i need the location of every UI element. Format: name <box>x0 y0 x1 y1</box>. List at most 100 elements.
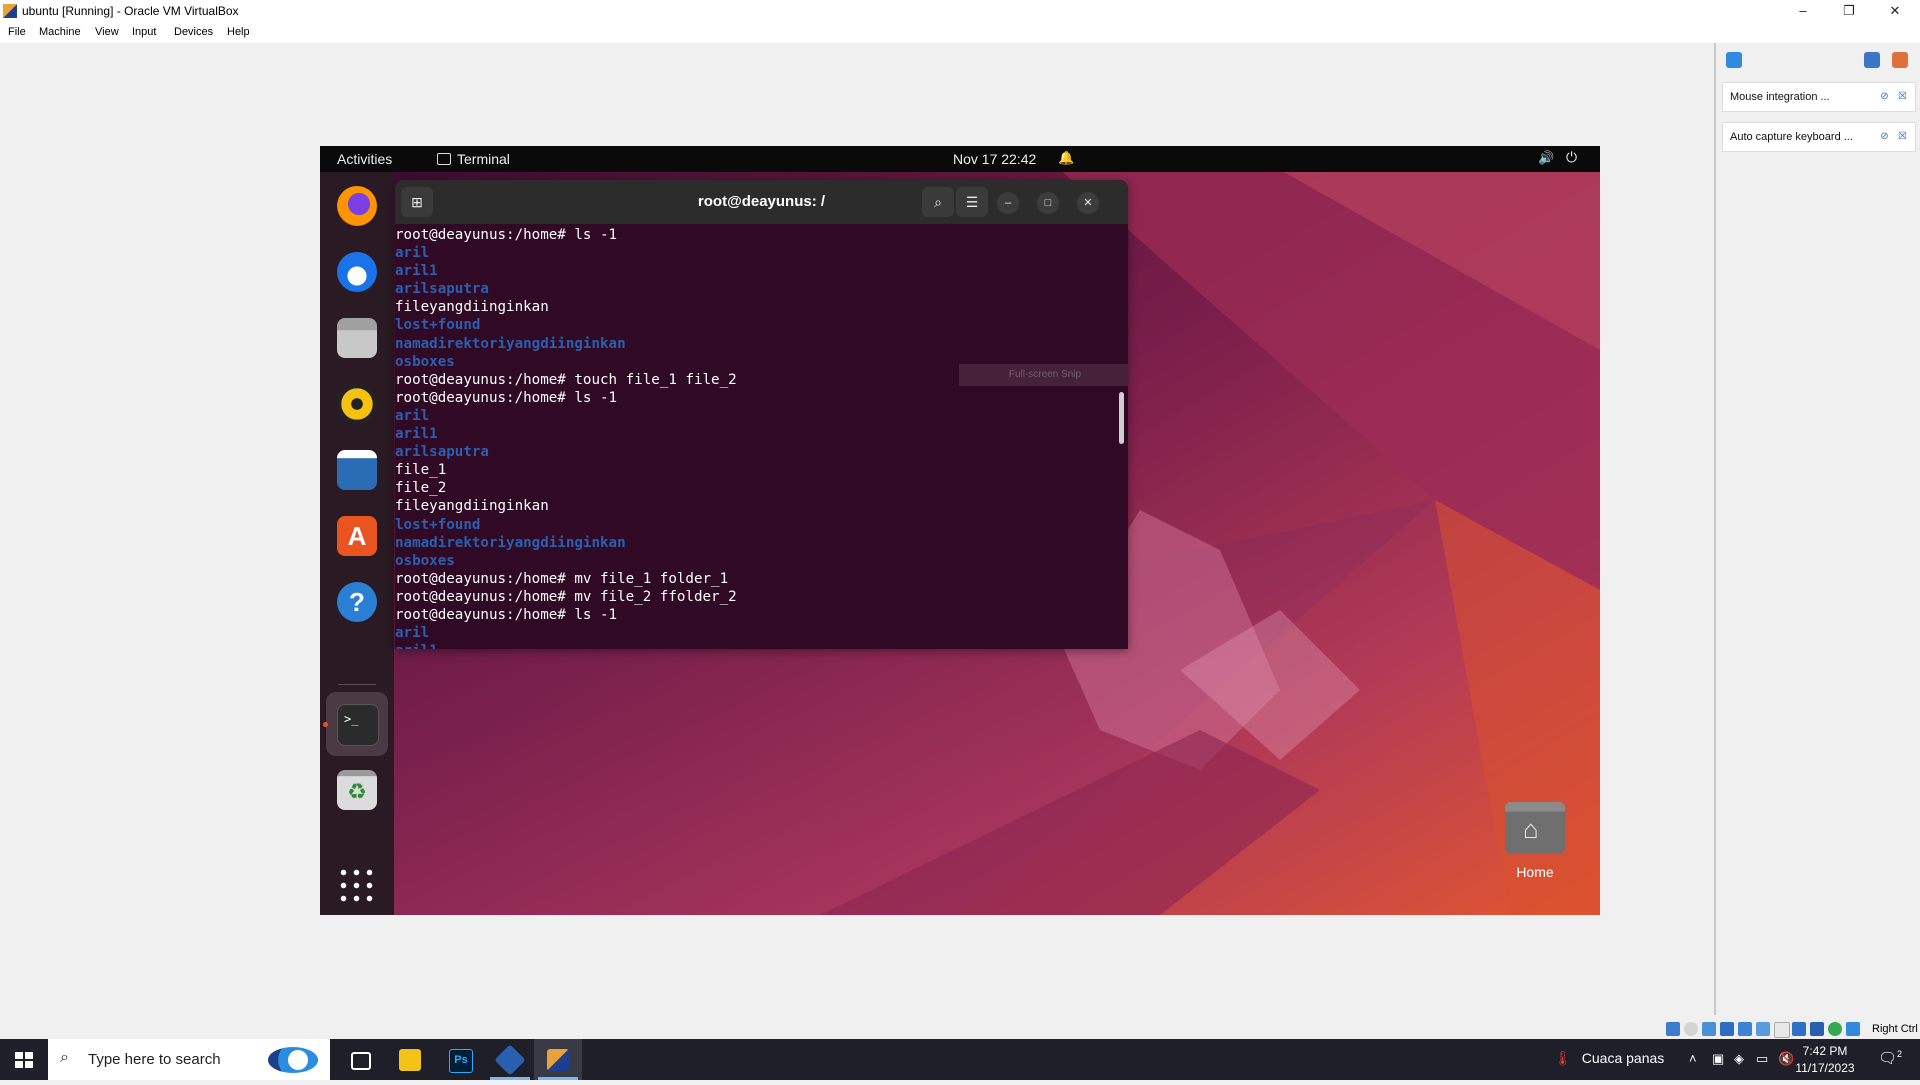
start-button[interactable] <box>0 1039 48 1080</box>
action-center-icon[interactable]: 🗨2 <box>1878 1049 1902 1067</box>
dock-firefox[interactable] <box>333 182 381 230</box>
terminal-line: aril <box>395 625 430 642</box>
menu-file[interactable]: File <box>8 26 26 38</box>
home-folder-label: Home <box>1516 864 1554 880</box>
menu-machine[interactable]: Machine <box>39 26 81 38</box>
clock-button[interactable]: Nov 17 22:42 <box>953 151 1036 167</box>
virtualbox-vm-icon <box>547 1049 569 1071</box>
dock-libreoffice-writer[interactable] <box>333 446 381 494</box>
snip-overlay-label: Full-screen Snip <box>959 364 1128 386</box>
dock-terminal[interactable]: >_ <box>326 692 388 756</box>
thermometer-icon: 🌡 <box>1554 1050 1572 1066</box>
close-notification-icon[interactable]: ☒ <box>1897 91 1908 102</box>
activities-button[interactable]: Activities <box>337 151 392 167</box>
terminal-line: aril1 <box>395 426 438 443</box>
dock-separator <box>338 684 376 685</box>
bell-icon[interactable]: 🔔 <box>1058 150 1074 166</box>
hard-disk-icon[interactable] <box>1666 1022 1680 1036</box>
tray-app-icon[interactable]: ▣ <box>1712 1051 1724 1067</box>
terminal-line: file_1 <box>395 462 447 479</box>
close-button[interactable]: ✕ <box>1872 0 1918 22</box>
menu-view[interactable]: View <box>95 26 119 38</box>
virtualbox-icon <box>494 1044 526 1076</box>
mouse-icon[interactable] <box>1846 1022 1860 1036</box>
cpu-icon[interactable] <box>1810 1022 1824 1036</box>
dismiss-all-icon[interactable] <box>1892 52 1908 68</box>
app-menu-terminal[interactable]: Terminal <box>457 151 510 167</box>
taskbar-ubuntu-vm[interactable] <box>534 1039 582 1080</box>
notification-center-icon[interactable] <box>1726 52 1742 68</box>
power-icon[interactable]: ⏻ <box>1566 149 1577 166</box>
host-key-label: Right Ctrl <box>1872 1023 1918 1035</box>
taskbar-virtualbox-manager[interactable] <box>486 1039 534 1080</box>
audio-icon[interactable] <box>1702 1022 1716 1036</box>
dock-ubuntu-software[interactable]: A <box>333 512 381 560</box>
vbox-statusbar: Right Ctrl <box>1660 1020 1920 1039</box>
trash-icon: ♻ <box>337 770 377 810</box>
taskbar-clock[interactable]: 7:42 PM 11/17/2023 <box>1788 1043 1862 1077</box>
sort-icon[interactable] <box>1864 52 1880 68</box>
dock-trash[interactable]: ♻ <box>333 766 381 814</box>
terminal-window[interactable]: ⊞ root@deayunus: / ⌕ ☰ – □ ✕ root@deayun… <box>395 180 1128 649</box>
menu-help[interactable]: Help <box>227 26 250 38</box>
home-folder-icon[interactable]: ⌂ <box>1505 802 1565 862</box>
notification-text: Mouse integration ... <box>1730 91 1830 103</box>
optical-drive-icon[interactable] <box>1684 1022 1698 1036</box>
terminal-line: aril1 <box>395 263 438 280</box>
terminal-scrollbar[interactable] <box>1119 392 1124 444</box>
dock-rhythmbox[interactable] <box>333 380 381 428</box>
usb-icon[interactable] <box>1738 1022 1752 1036</box>
house-icon: ⌂ <box>1523 814 1539 844</box>
terminal-icon: >_ <box>337 704 379 746</box>
close-notification-icon[interactable]: ☒ <box>1897 131 1908 142</box>
files-icon <box>337 318 377 358</box>
maximize-window-button[interactable]: □ <box>1037 192 1059 214</box>
menu-input[interactable]: Input <box>132 26 156 38</box>
minimize-window-button[interactable]: – <box>997 192 1019 214</box>
show-apps-button[interactable] <box>333 862 381 910</box>
terminal-output[interactable]: root@deayunus:/home# ls -1 aril aril1 arils… <box>395 226 1115 649</box>
terminal-line: aril <box>395 407 430 424</box>
firefox-icon <box>337 186 377 226</box>
display-icon[interactable] <box>1774 1022 1790 1038</box>
thunderbird-icon <box>337 252 377 292</box>
terminal-line: root@deayunus:/home# ls -1 <box>395 227 618 243</box>
notification-count: 2 <box>1897 1049 1903 1059</box>
running-indicator <box>323 722 328 727</box>
weather-widget[interactable]: 🌡 Cuaca panas <box>1554 1050 1664 1067</box>
minimize-button[interactable]: – <box>1780 0 1826 22</box>
vbox-titlebar: ubuntu [Running] - Oracle VM VirtualBox … <box>0 0 1920 22</box>
hamburger-menu-button[interactable]: ☰ <box>956 187 988 217</box>
notification-item[interactable]: Auto capture keyboard ... ⊘ ☒ <box>1722 122 1916 152</box>
menu-devices[interactable]: Devices <box>174 26 213 38</box>
ubuntu-guest-screen[interactable]: Activities Terminal Nov 17 22:42 🔔 🔊 ⏻ A… <box>320 146 1600 915</box>
task-view-button[interactable] <box>336 1039 384 1080</box>
network-icon[interactable] <box>1720 1022 1734 1036</box>
restore-button[interactable]: ❐ <box>1826 0 1872 22</box>
terminal-line: arilsaputra <box>395 444 489 461</box>
taskbar-file-explorer[interactable] <box>386 1039 434 1080</box>
terminal-line: namadirektoriyangdiinginkan <box>395 335 626 352</box>
dock-help[interactable]: ? <box>333 578 381 626</box>
notification-item[interactable]: Mouse integration ... ⊘ ☒ <box>1722 82 1916 112</box>
taskbar-photoshop[interactable]: Ps <box>436 1039 484 1080</box>
dock-thunderbird[interactable] <box>333 248 381 296</box>
file-explorer-icon <box>399 1049 421 1071</box>
chevron-up-icon[interactable]: ˄ <box>1689 1051 1697 1066</box>
ubuntu-dock: A ? >_ ♻ <box>320 172 394 915</box>
shared-folders-icon[interactable] <box>1756 1022 1770 1036</box>
dock-files[interactable] <box>333 314 381 362</box>
close-window-button[interactable]: ✕ <box>1077 192 1099 214</box>
gnome-top-bar: Activities Terminal Nov 17 22:42 🔔 🔊 ⏻ <box>320 146 1600 172</box>
volume-icon[interactable]: 🔊 <box>1538 150 1554 166</box>
search-button[interactable]: ⌕ <box>922 187 954 217</box>
network-icon[interactable]: ▭ <box>1756 1051 1768 1067</box>
virtualbox-tray-icon[interactable]: ◈ <box>1734 1051 1744 1067</box>
terminal-line: fileyangdiinginkan <box>395 498 549 515</box>
bing-icon[interactable] <box>268 1047 318 1073</box>
terminal-line: aril1 <box>395 642 1115 649</box>
vt-x-icon[interactable] <box>1828 1022 1842 1036</box>
terminal-headerbar: ⊞ root@deayunus: / ⌕ ☰ – □ ✕ <box>395 180 1128 224</box>
recording-icon[interactable] <box>1792 1022 1806 1036</box>
taskbar-search-box[interactable]: ⌕ Type here to search <box>48 1039 330 1080</box>
